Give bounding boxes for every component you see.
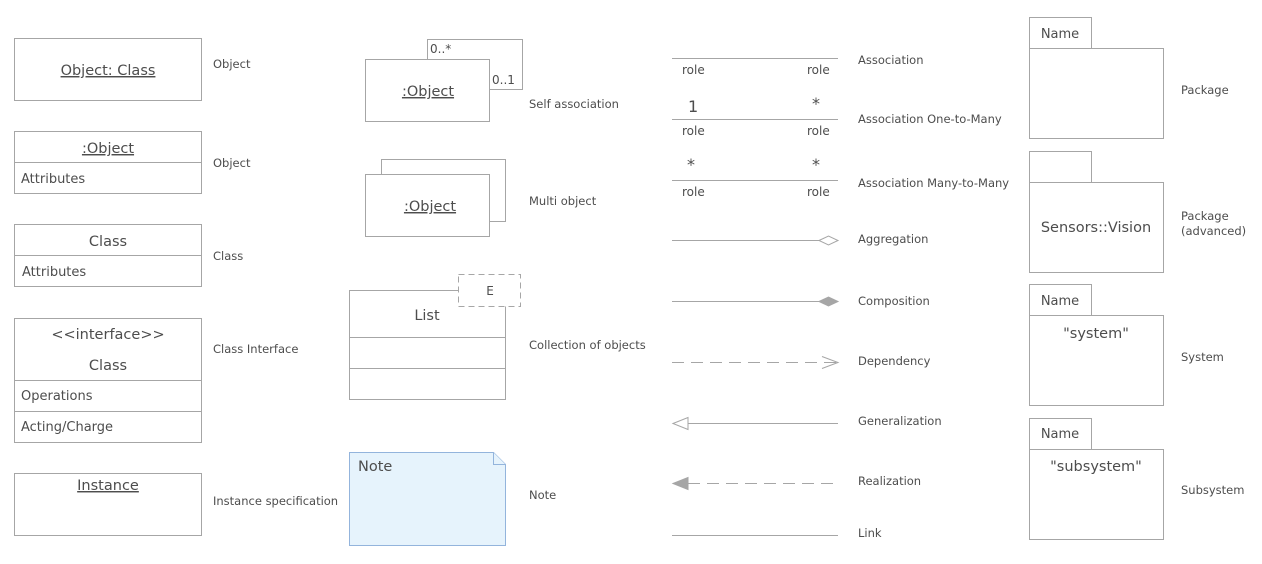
many-to-many-right-mult: * [812,155,820,174]
association-many-to-many-connector[interactable]: * * role role [672,155,838,199]
class-caption: Class [213,249,243,263]
association-one-to-many-connector[interactable]: 1 * role role [672,94,838,138]
object-attributes-caption: Object [213,156,251,170]
object-attributes-title: :Object [82,141,134,157]
system-tab-label: Name [1041,294,1079,309]
multi-object-title: :Object [404,199,456,215]
realization-connector[interactable] [671,476,838,491]
collection-shape[interactable]: E List [349,274,521,400]
interface-extra: Acting/Charge [21,420,113,435]
one-to-many-right-mult: * [812,94,820,113]
hollow-triangle-icon [671,416,689,431]
note-shape[interactable]: Note [349,452,506,546]
system-title: "system" [1063,326,1129,342]
note-fold [493,452,506,465]
package-advanced-caption-line1: Package [1181,209,1229,223]
template-parameter: E [486,284,494,298]
association-right-role: role [807,63,830,77]
object-attributes-attrs: Attributes [21,172,85,187]
dependency-connector[interactable] [672,356,840,369]
association-caption: Association [858,53,923,67]
class-title: Class [89,234,127,250]
interface-class-title: Class [89,358,127,374]
self-association-mult-right: 0..1 [492,73,515,87]
package-shape[interactable]: Name [1029,17,1164,139]
note-caption: Note [529,488,556,502]
package-advanced-shape[interactable]: Sensors::Vision [1029,151,1164,273]
one-to-many-left-mult: 1 [688,97,698,116]
uml-shapes-canvas: Object: Class Object :Object Attributes … [14,17,1246,546]
package-caption: Package [1181,83,1229,97]
object-class-shape[interactable]: Object: Class [14,38,202,101]
package-body [1029,48,1164,139]
association-left-role: role [682,63,705,77]
interface-stereotype: <<interface>> [51,327,164,343]
instance-caption: Instance specification [213,494,338,508]
class-shape[interactable]: Class Attributes [14,224,202,287]
self-association-caption: Self association [529,97,619,111]
object-class-title: Object: Class [61,63,156,79]
class-attributes: Attributes [22,265,86,280]
class-interface-shape[interactable]: <<interface>> Class Operations Acting/Ch… [14,318,202,443]
system-caption: System [1181,350,1224,364]
object-attributes-shape[interactable]: :Object Attributes [14,131,202,194]
aggregation-caption: Aggregation [858,232,928,246]
self-association-title: :Object [402,84,454,100]
collection-title: List [414,308,440,324]
subsystem-tab-label: Name [1041,427,1079,442]
class-interface-caption: Class Interface [213,342,298,356]
many-to-many-left-mult: * [687,155,695,174]
multi-object-shape[interactable]: :Object [365,159,506,237]
aggregation-connector[interactable] [672,235,840,246]
package-advanced-tab [1029,151,1092,183]
note-title: Note [358,459,392,475]
realization-caption: Realization [858,474,921,488]
composition-connector[interactable] [672,296,840,307]
link-caption: Link [858,526,882,540]
filled-diamond-icon [817,296,840,307]
self-association-shape[interactable]: :Object 0..* 0..1 [365,39,523,122]
package-tab-label: Name [1041,27,1079,42]
association-connector[interactable]: role role [672,58,838,78]
self-association-mult-top: 0..* [430,42,451,56]
subsystem-title: "subsystem" [1050,459,1142,475]
hollow-diamond-icon [817,235,840,246]
composition-caption: Composition [858,294,930,308]
one-to-many-right-role: role [807,124,830,138]
one-to-many-caption: Association One-to-Many [858,112,1002,126]
multi-object-caption: Multi object [529,194,597,208]
collection-caption: Collection of objects [529,338,646,352]
object-class-caption: Object [213,57,251,71]
many-to-many-right-role: role [807,185,830,199]
many-to-many-caption: Association Many-to-Many [858,176,1009,190]
system-shape[interactable]: Name "system" [1029,284,1164,406]
subsystem-caption: Subsystem [1181,483,1244,497]
interface-operations: Operations [21,389,93,404]
subsystem-shape[interactable]: Name "subsystem" [1029,418,1164,540]
many-to-many-left-role: role [682,185,705,199]
generalization-connector[interactable] [671,416,838,431]
instance-shape[interactable]: Instance [14,473,202,536]
package-advanced-title: Sensors::Vision [1041,220,1151,236]
instance-title: Instance [77,478,139,494]
generalization-caption: Generalization [858,414,942,428]
dependency-caption: Dependency [858,354,931,368]
package-advanced-caption-line2: (advanced) [1181,224,1246,238]
one-to-many-left-role: role [682,124,705,138]
filled-triangle-icon [671,476,689,491]
